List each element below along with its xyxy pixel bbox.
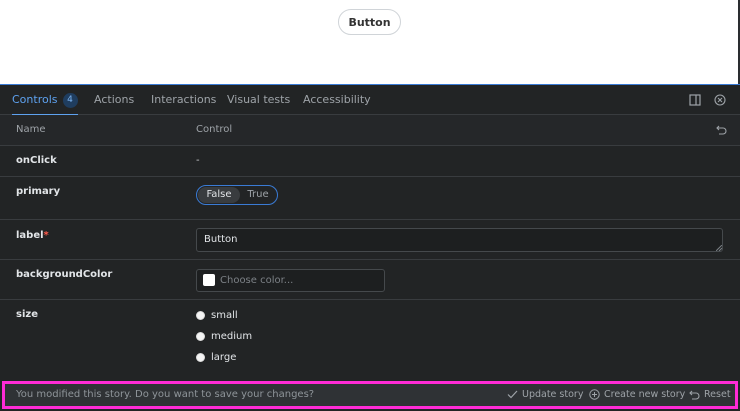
- row-name-background-color: backgroundColor: [16, 269, 113, 280]
- add-circle-icon: [589, 389, 600, 400]
- controls-table-header: Name Control: [0, 115, 740, 146]
- save-changes-message: You modified this story. Do you want to …: [16, 389, 315, 400]
- save-changes-bar: You modified this story. Do you want to …: [2, 381, 738, 409]
- create-new-story-label: Create new story: [604, 389, 686, 400]
- tab-interactions[interactable]: Interactions: [151, 85, 216, 115]
- toggle-option-true[interactable]: True: [240, 187, 276, 203]
- radio-large-dot[interactable]: [196, 353, 205, 362]
- undo-icon[interactable]: [716, 125, 727, 135]
- onclick-value: -: [196, 155, 200, 166]
- controls-count-badge: 4: [62, 92, 78, 108]
- radio-small-label: small: [211, 310, 238, 321]
- tab-controls-label: Controls: [12, 93, 58, 106]
- name-column-header: Name: [16, 124, 46, 135]
- control-row-size: size small medium large: [0, 300, 740, 381]
- story-preview: Button: [0, 0, 740, 84]
- primary-boolean-toggle[interactable]: False True: [196, 185, 278, 205]
- radio-medium-label: medium: [211, 331, 253, 342]
- color-picker-field[interactable]: Choose color...: [196, 269, 385, 292]
- panel-layout-icon[interactable]: [689, 94, 701, 106]
- tab-actions[interactable]: Actions: [94, 85, 134, 115]
- label-textarea[interactable]: Button: [196, 228, 723, 252]
- resize-handle-icon[interactable]: [716, 245, 722, 251]
- close-circle-icon[interactable]: [714, 94, 726, 106]
- control-row-onclick: onClick -: [0, 146, 740, 177]
- radio-small-dot[interactable]: [196, 311, 205, 320]
- row-name-onclick: onClick: [16, 155, 57, 166]
- addon-tabs-bar: Controls 4 Actions Interactions Visual te…: [0, 84, 740, 116]
- radio-medium-dot[interactable]: [196, 332, 205, 341]
- tab-controls[interactable]: Controls 4: [12, 85, 78, 116]
- toggle-option-false[interactable]: False: [198, 187, 240, 203]
- checkmark-icon: [507, 390, 518, 399]
- tab-accessibility[interactable]: Accessibility: [303, 85, 371, 115]
- reset-icon: [689, 390, 700, 400]
- control-row-label: label* Button: [0, 220, 740, 260]
- row-name-size: size: [16, 309, 38, 320]
- color-placeholder: Choose color...: [220, 275, 294, 286]
- preview-button[interactable]: Button: [338, 9, 401, 35]
- tab-visual-tests[interactable]: Visual tests: [227, 85, 290, 115]
- reset-button[interactable]: Reset: [689, 384, 731, 406]
- reset-label: Reset: [704, 389, 731, 400]
- row-name-label: label*: [16, 230, 49, 241]
- update-story-label: Update story: [522, 389, 584, 400]
- required-marker: *: [43, 230, 49, 241]
- update-story-button[interactable]: Update story: [507, 384, 583, 406]
- radio-large-label: large: [211, 352, 237, 363]
- color-swatch[interactable]: [203, 274, 215, 286]
- control-column-header: Control: [196, 124, 233, 135]
- control-row-background-color: backgroundColor Choose color...: [0, 260, 740, 300]
- create-new-story-button[interactable]: Create new story: [589, 384, 685, 406]
- row-name-primary: primary: [16, 186, 61, 197]
- control-row-primary: primary False True: [0, 177, 740, 220]
